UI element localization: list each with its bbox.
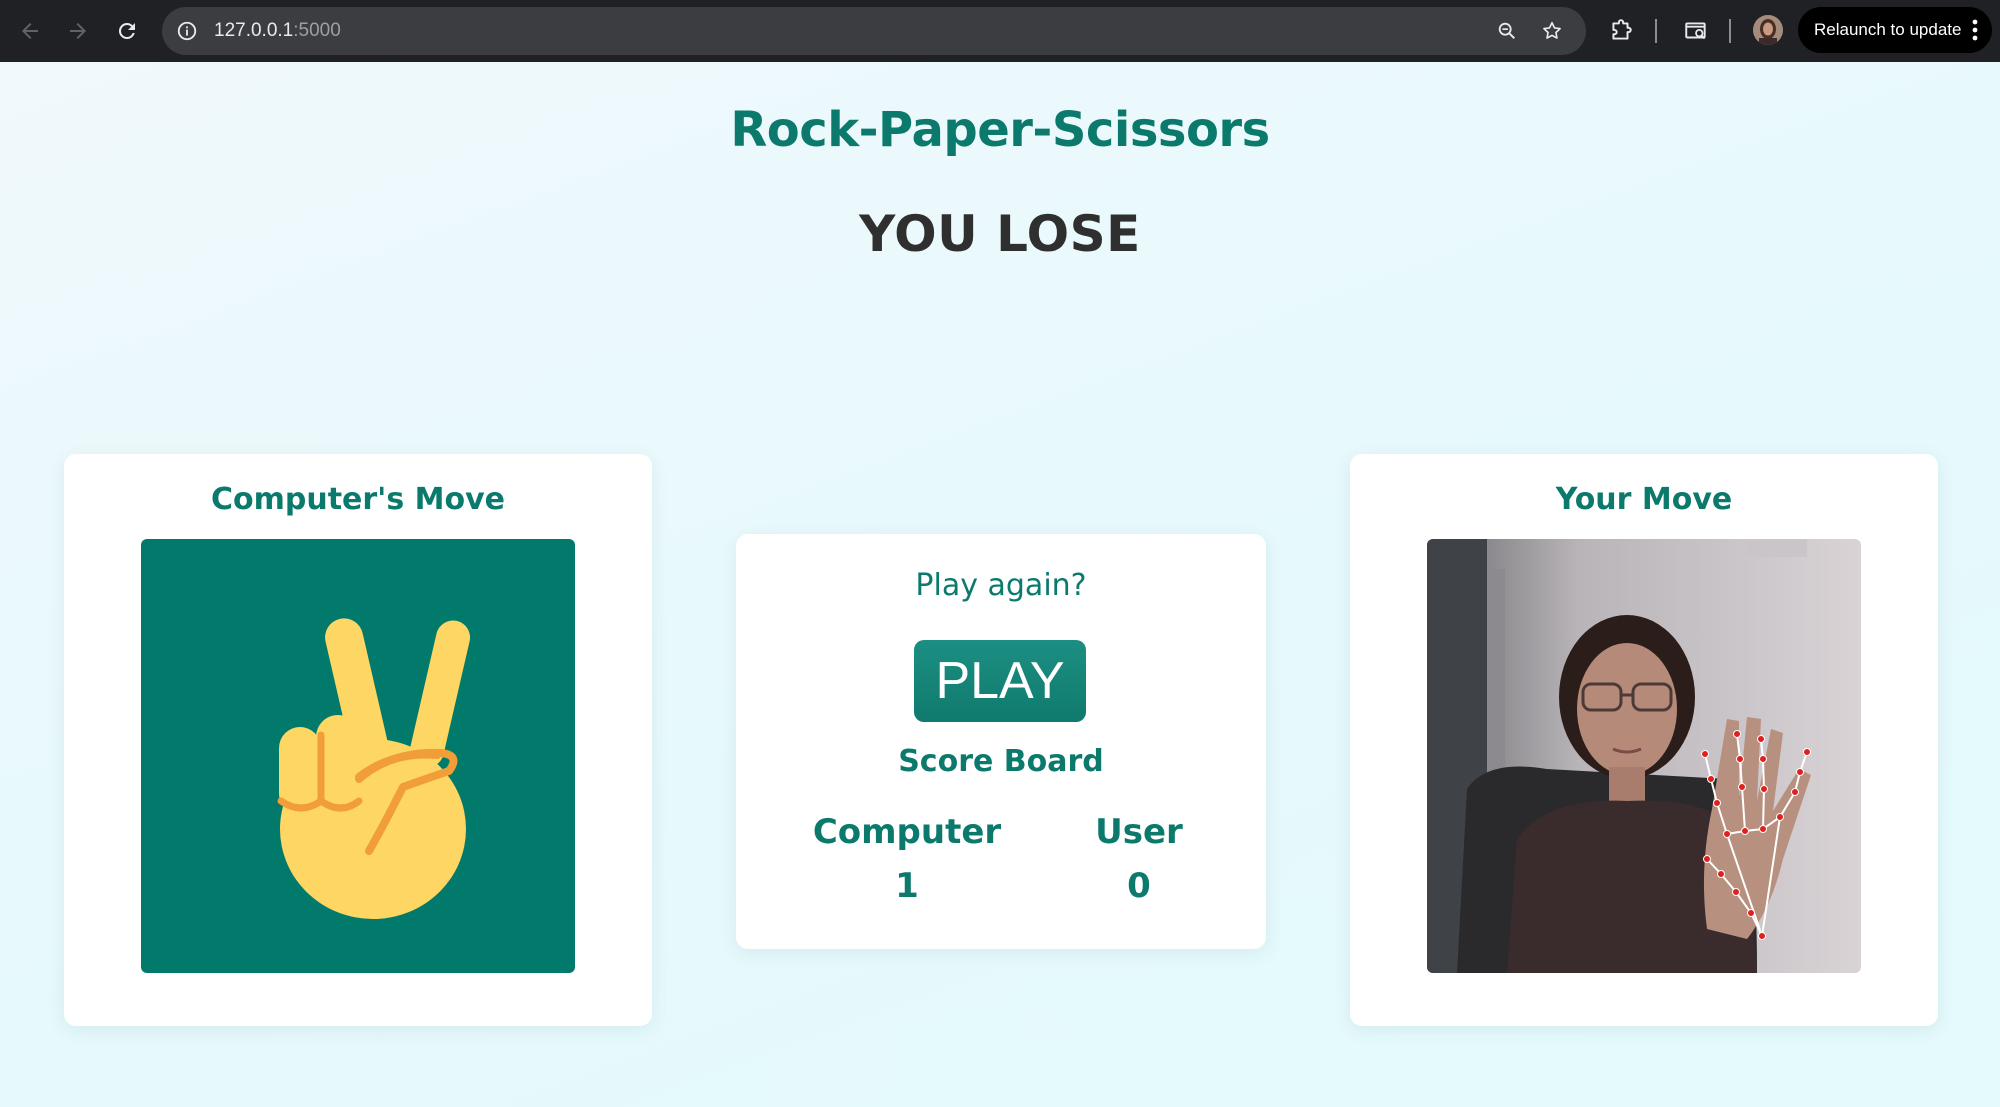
back-arrow-icon <box>22 23 38 39</box>
address-bar[interactable]: 127.0.0.1:5000 <box>162 7 1586 55</box>
computer-score-value: 1 <box>895 866 919 906</box>
profile-avatar[interactable] <box>1753 15 1783 45</box>
forward-arrow-icon <box>70 23 86 39</box>
score-card: Play again? PLAY Score Board Computer 1 … <box>736 534 1266 949</box>
game-page: Rock-Paper-Scissors YOU LOSE Computer's … <box>0 62 2000 1107</box>
relaunch-label: Relaunch to update <box>1814 20 1962 39</box>
more-vert-icon <box>1972 19 1978 41</box>
user-move-heading: Your Move <box>1555 482 1733 517</box>
computer-move-heading: Computer's Move <box>210 482 506 517</box>
browser-toolbar: 127.0.0.1:5000 Relaunch to update <box>0 0 2000 62</box>
bookmark-star-icon[interactable] <box>1539 18 1565 44</box>
back-button[interactable] <box>12 13 48 49</box>
webcam-feed <box>1427 539 1861 973</box>
toolbar-divider <box>1655 19 1657 43</box>
site-info-icon[interactable] <box>174 18 200 44</box>
user-score-column: User 0 <box>1039 812 1239 906</box>
play-again-prompt: Play again? <box>915 568 1087 603</box>
reload-button[interactable] <box>109 13 145 49</box>
webcam-frame-image <box>1427 539 1861 973</box>
extensions-puzzle-icon[interactable] <box>1605 15 1637 47</box>
user-score-label: User <box>1095 812 1183 852</box>
reload-icon <box>118 22 135 39</box>
computer-score-label: Computer <box>812 812 1002 852</box>
computer-score-column: Computer 1 <box>807 812 1007 906</box>
scoreboard-title: Score Board <box>898 744 1104 779</box>
relaunch-to-update-button[interactable]: Relaunch to update <box>1798 7 1992 53</box>
toolbar-divider <box>1729 19 1731 43</box>
page-title: Rock-Paper-Scissors <box>730 102 1270 158</box>
user-move-card: Your Move <box>1350 454 1938 1026</box>
zoom-icon[interactable] <box>1494 18 1520 44</box>
play-button[interactable]: PLAY <box>914 640 1086 722</box>
victory-hand-icon <box>277 618 471 919</box>
computer-move-display <box>141 539 575 973</box>
tab-search-icon[interactable] <box>1680 15 1712 47</box>
computer-move-card: Computer's Move <box>64 454 652 1026</box>
user-score-value: 0 <box>1127 866 1151 906</box>
url-text[interactable]: 127.0.0.1:5000 <box>214 19 341 43</box>
forward-button[interactable] <box>60 13 96 49</box>
game-result: YOU LOSE <box>859 205 1141 263</box>
